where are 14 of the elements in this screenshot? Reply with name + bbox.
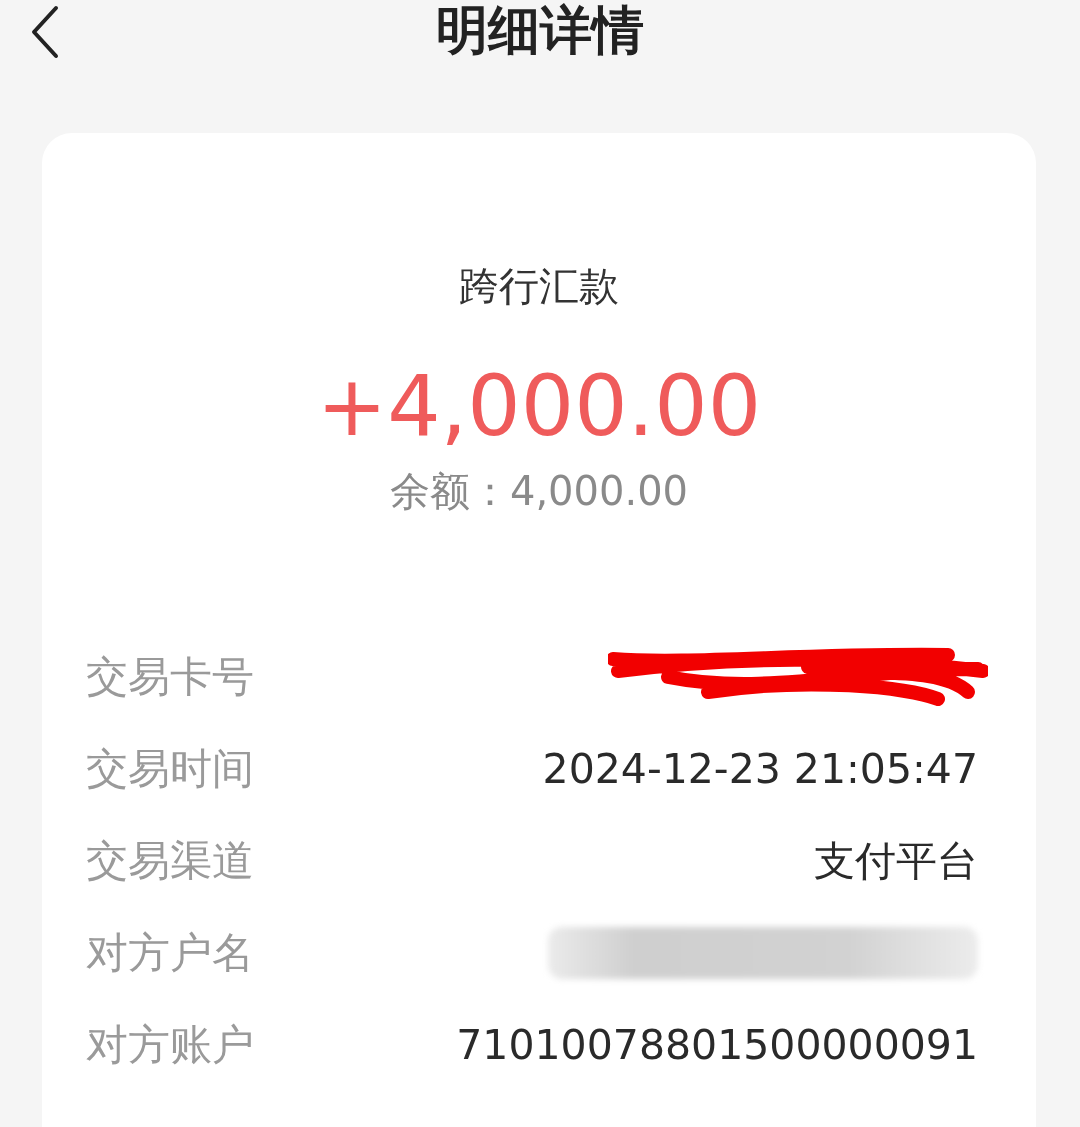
detail-label: 交易时间 — [86, 743, 254, 795]
amount: +4,000.00 — [316, 356, 762, 457]
balance-value: 4,000.00 — [509, 468, 689, 514]
page-title: 明细详情 — [436, 0, 644, 62]
detail-label: 对方户名 — [86, 927, 254, 979]
detail-value: 支付平台 — [814, 835, 978, 887]
detail-value: 2024-12-23 21:05:47 — [542, 745, 978, 793]
transaction-type: 跨行汇款 — [459, 262, 619, 311]
detail-label: 对方账户 — [86, 1019, 254, 1071]
balance-label: 余额： — [389, 468, 510, 514]
detail-label: 交易渠道 — [86, 835, 254, 887]
back-icon[interactable] — [30, 4, 60, 60]
detail-label: 交易卡号 — [86, 651, 254, 703]
detail-value: 71010078801500000091 — [456, 1021, 978, 1069]
